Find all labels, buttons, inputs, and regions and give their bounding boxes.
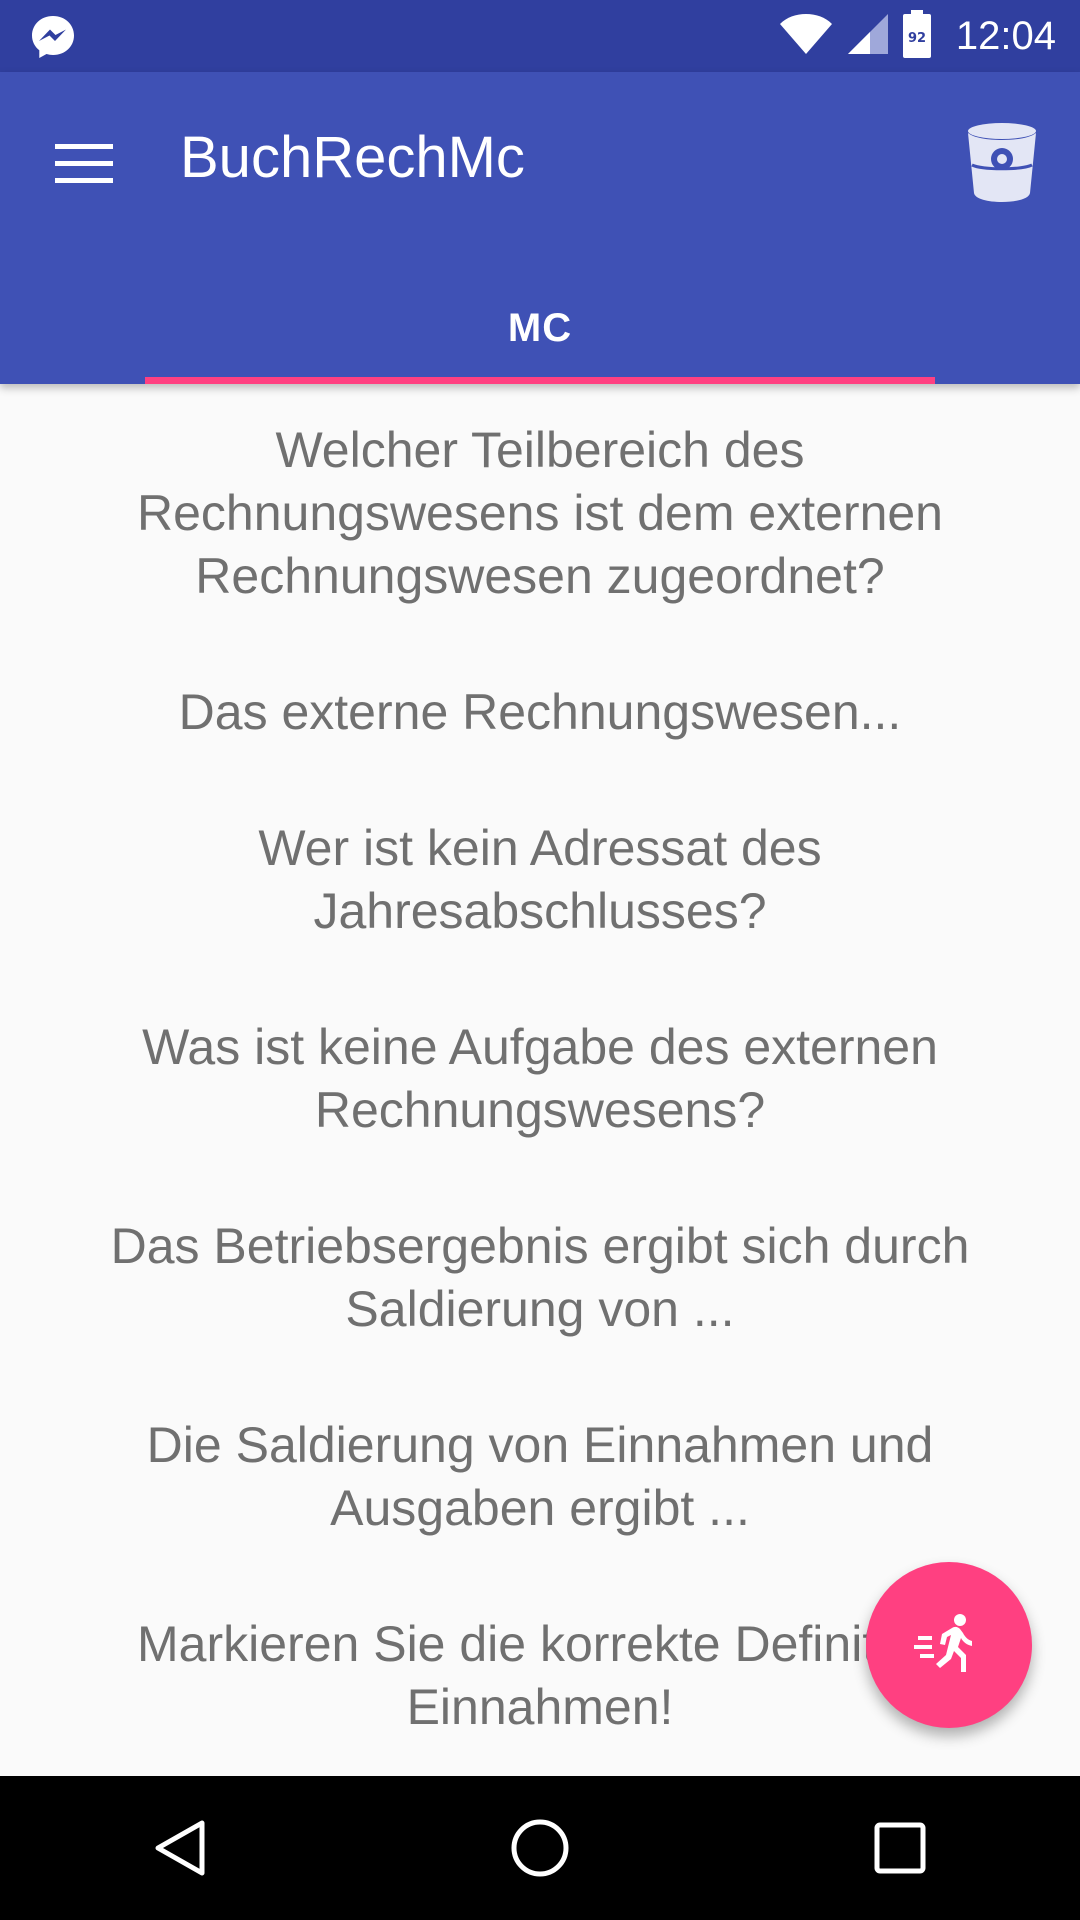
- back-icon: [155, 1820, 205, 1876]
- screen: 92 12:04 BuchRechMc MC Welcher Teilberei…: [0, 0, 1080, 1920]
- app-bar: BuchRechMc MC: [0, 72, 1080, 384]
- recents-icon: [874, 1822, 926, 1874]
- list-item[interactable]: Was ist keine Aufgabe des externen Rechn…: [0, 976, 1080, 1142]
- fab-start-button[interactable]: [866, 1562, 1032, 1728]
- messenger-icon: [30, 14, 76, 60]
- list-item[interactable]: Die Saldierung von Einnahmen und Ausgabe…: [0, 1374, 1080, 1540]
- back-button[interactable]: [120, 1788, 240, 1908]
- battery-level: 92: [908, 31, 926, 46]
- status-bar: 92 12:04: [0, 0, 1080, 72]
- battery-icon: 92: [902, 9, 932, 63]
- signal-icon: [846, 12, 890, 60]
- home-button[interactable]: [480, 1788, 600, 1908]
- bin-icon: [968, 123, 1036, 202]
- status-time: 12:04: [955, 13, 1056, 58]
- menu-button[interactable]: [38, 118, 130, 210]
- bin-button[interactable]: [950, 110, 1054, 214]
- list-item[interactable]: Wer ist kein Adressat des Jahresabschlus…: [0, 777, 1080, 943]
- navigation-bar: [0, 1776, 1080, 1920]
- tab-mc[interactable]: MC: [145, 272, 935, 384]
- list-item[interactable]: Das Betriebsergebnis ergibt sich durch S…: [0, 1175, 1080, 1341]
- hamburger-menu-icon: [55, 144, 113, 183]
- tab-indicator: [145, 377, 935, 384]
- running-person-icon: [914, 1614, 972, 1672]
- app-title: BuchRechMc: [180, 125, 525, 190]
- status-icons: 92 12:04: [778, 0, 1056, 72]
- tab-label: MC: [507, 305, 573, 350]
- home-icon: [511, 1819, 569, 1877]
- recents-button[interactable]: [840, 1788, 960, 1908]
- list-item[interactable]: Das externe Rechnungswesen...: [0, 641, 1080, 744]
- list-item[interactable]: Welcher Teilbereich des Rechnungswesens …: [0, 384, 1080, 608]
- wifi-icon: [778, 12, 834, 60]
